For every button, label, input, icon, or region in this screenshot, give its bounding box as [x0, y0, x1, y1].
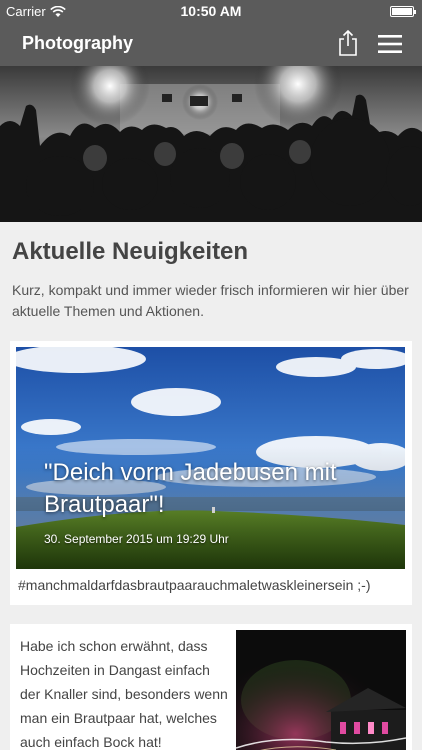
- hamburger-menu-icon: [378, 35, 402, 53]
- section-title: Aktuelle Neuigkeiten: [12, 238, 249, 265]
- post-thumbnail[interactable]: [236, 630, 406, 750]
- post-caption: #manchmaldarfdasbrautpaarauchmaletwaskle…: [18, 577, 371, 593]
- menu-button[interactable]: [378, 34, 402, 54]
- status-time: 10:50 AM: [180, 3, 242, 19]
- post-excerpt: Habe ich schon erwähnt, dass Hochzeiten …: [20, 638, 228, 750]
- navigation-bar: Photography: [0, 22, 422, 66]
- share-icon: [339, 29, 357, 56]
- battery-icon: [390, 6, 416, 17]
- post-title[interactable]: "Deich vorm Jadebusen mit Brautpaar"!: [44, 457, 404, 521]
- status-bar: Carrier 10:50 AM: [0, 0, 422, 22]
- share-button[interactable]: [336, 29, 360, 57]
- app-title: Photography: [22, 33, 133, 53]
- post-card[interactable]: Habe ich schon erwähnt, dass Hochzeiten …: [10, 624, 412, 750]
- post-image[interactable]: "Deich vorm Jadebusen mit Brautpaar"! 30…: [16, 347, 405, 569]
- post-card[interactable]: "Deich vorm Jadebusen mit Brautpaar"! 30…: [10, 341, 412, 605]
- section-intro: Kurz, kompakt und immer wieder frisch in…: [12, 282, 409, 319]
- hero-image: [0, 66, 422, 222]
- post-date: 30. September 2015 um 19:29 Uhr: [44, 532, 229, 546]
